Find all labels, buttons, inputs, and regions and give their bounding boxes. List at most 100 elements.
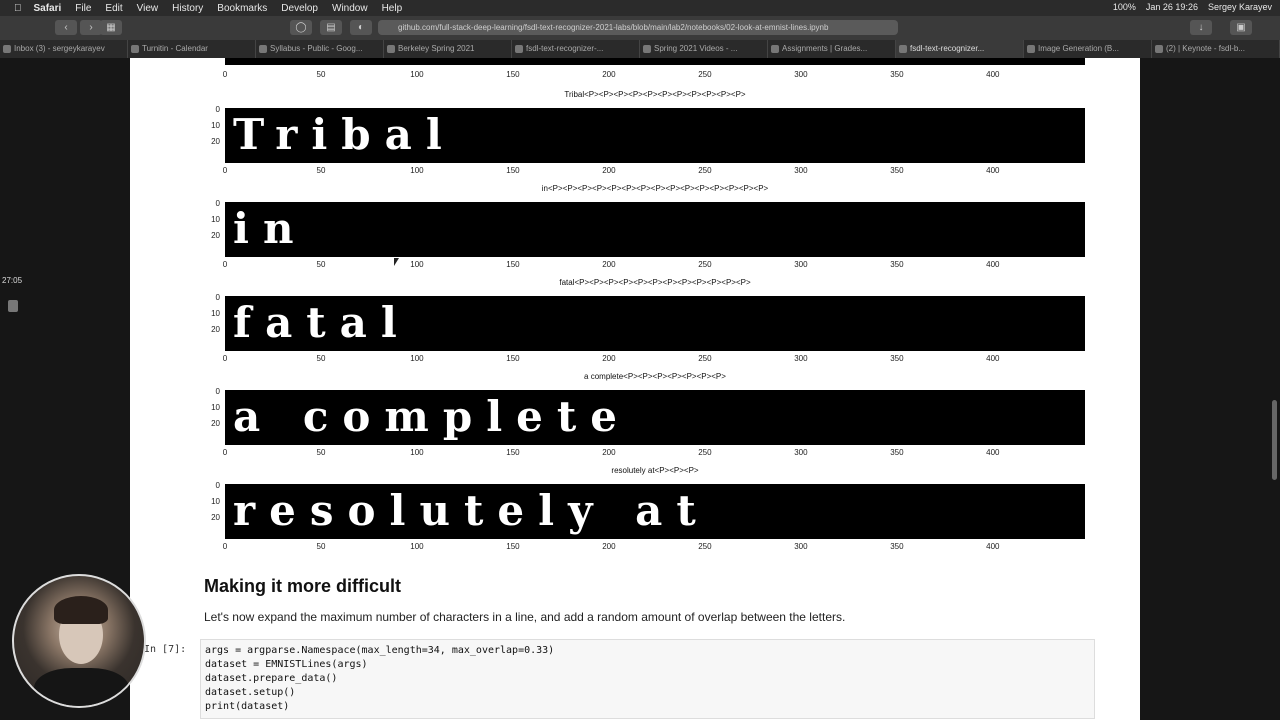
tab-0[interactable]: Inbox (3) - sergeykarayev: [0, 40, 128, 58]
plot1-xtick-200: 200: [602, 260, 616, 269]
plot-ytick-20: 20: [211, 231, 220, 240]
tab-7[interactable]: fsdl-text-recognizer...: [896, 40, 1024, 58]
plot-ytick-0: 0: [215, 481, 220, 490]
code-line: print(dataset): [205, 701, 290, 712]
plot2-xtick-300: 300: [794, 354, 808, 363]
menu-window[interactable]: Window: [332, 3, 368, 14]
plot4-xtick-400: 400: [986, 542, 1000, 551]
section-heading: Making it more difficult: [204, 576, 402, 596]
plot0-xtick-50: 50: [316, 166, 326, 175]
mac-menubar:  Safari File Edit View History Bookmark…: [0, 0, 1280, 16]
clock[interactable]: Jan 26 19:26: [1146, 2, 1198, 12]
plot-title: a complete<P><P><P><P><P><P><P>: [584, 372, 726, 381]
extension-icon[interactable]: ◯: [290, 20, 312, 35]
handwriting-image: in: [225, 202, 1085, 257]
user-name[interactable]: Sergey Karayev: [1208, 2, 1272, 12]
plot0-xtick-300: 300: [794, 166, 808, 175]
plot3-xtick-250: 250: [698, 448, 712, 457]
plot3-xtick-100: 100: [410, 448, 424, 457]
code-cell[interactable]: args = argparse.Namespace(max_length=34,…: [200, 639, 1095, 719]
forward-button[interactable]: ›: [80, 20, 102, 35]
menu-bookmarks[interactable]: Bookmarks: [217, 3, 267, 14]
battery-percent[interactable]: 100%: [1113, 2, 1136, 12]
code-line: dataset.prepare_data(): [205, 673, 338, 684]
plot2-xtick-200: 200: [602, 354, 616, 363]
tab-4[interactable]: fsdl-text-recognizer-...: [512, 40, 640, 58]
plot-ytick-10: 10: [211, 403, 220, 412]
plot0-xtick-200: 200: [602, 166, 616, 175]
plot1-xtick-100: 100: [410, 260, 424, 269]
plot2-xtick-350: 350: [890, 354, 904, 363]
handwriting-text: resolutely at: [233, 486, 710, 535]
code-line: dataset = EMNISTLines(args): [205, 659, 368, 670]
plot-ytick-10: 10: [211, 309, 220, 318]
partial-plot-xtick-200: 200: [602, 70, 616, 79]
webcam-overlay: [12, 574, 146, 708]
menu-edit[interactable]: Edit: [105, 3, 122, 14]
partial-plot-xtick-50: 50: [316, 70, 326, 79]
plot-ytick-20: 20: [211, 325, 220, 334]
plot3-xtick-350: 350: [890, 448, 904, 457]
back-button[interactable]: ‹: [55, 20, 77, 35]
handwriting-image: Tribal: [225, 108, 1085, 163]
plot2-xtick-50: 50: [316, 354, 326, 363]
partial-plot-xtick-300: 300: [794, 70, 808, 79]
plot-title: fatal<P><P><P><P><P><P><P><P><P><P><P><P…: [559, 278, 751, 287]
plot4-xtick-350: 350: [890, 542, 904, 551]
handwriting-text: Tribal: [233, 110, 456, 159]
plot-ytick-0: 0: [215, 105, 220, 114]
tab-8[interactable]: Image Generation (B...: [1024, 40, 1152, 58]
address-bar[interactable]: github.com/full-stack-deep-learning/fsdl…: [378, 20, 898, 35]
cell-prompt: In [7]:: [144, 644, 187, 655]
status-area: 100% Jan 26 19:26 Sergey Karayev: [1113, 2, 1272, 12]
menu-help[interactable]: Help: [382, 3, 403, 14]
partial-plot-xtick-100: 100: [410, 70, 424, 79]
menu-view[interactable]: View: [137, 3, 159, 14]
plot2-xtick-0: 0: [222, 354, 228, 363]
menu-file[interactable]: File: [75, 3, 91, 14]
timer-icon: [8, 300, 18, 312]
privacy-icon[interactable]: ◐: [350, 20, 372, 35]
plot1-xtick-350: 350: [890, 260, 904, 269]
plot-ytick-10: 10: [211, 497, 220, 506]
right-margin: [1140, 58, 1280, 720]
browser-toolbar: ‹ › ▦ ◯ ▤ ◐ github.com/full-stack-deep-l…: [0, 16, 1280, 40]
tab-1[interactable]: Turnitin - Calendar: [128, 40, 256, 58]
plot-ytick-0: 0: [215, 387, 220, 396]
download-icon[interactable]: ↓: [1190, 20, 1212, 35]
webcam-shirt: [34, 668, 129, 706]
app-menu[interactable]: Safari: [34, 3, 62, 14]
plot3-xtick-400: 400: [986, 448, 1000, 457]
plot-ytick-10: 10: [211, 121, 220, 130]
tab-6[interactable]: Assignments | Grades...: [768, 40, 896, 58]
reader-icon[interactable]: ▤: [320, 20, 342, 35]
sidebar-toggle-icon[interactable]: ▦: [100, 20, 122, 35]
plot0-xtick-150: 150: [506, 166, 520, 175]
notebook-page: Making it more difficult Let's now expan…: [130, 58, 1140, 720]
apple-icon[interactable]: : [14, 3, 22, 14]
plot0-xtick-250: 250: [698, 166, 712, 175]
code-line: args = argparse.Namespace(max_length=34,…: [205, 645, 555, 656]
handwriting-text: a complete: [233, 392, 632, 441]
menu-develop[interactable]: Develop: [281, 3, 318, 14]
plot-ytick-10: 10: [211, 215, 220, 224]
plot1-xtick-250: 250: [698, 260, 712, 269]
plot2-xtick-150: 150: [506, 354, 520, 363]
tab-5[interactable]: Spring 2021 Videos - ...: [640, 40, 768, 58]
section-paragraph: Let's now expand the maximum number of c…: [204, 610, 846, 624]
tab-bar: Inbox (3) - sergeykarayev Turnitin - Cal…: [0, 40, 1280, 58]
tab-2[interactable]: Syllabus - Public - Goog...: [256, 40, 384, 58]
plot0-xtick-100: 100: [410, 166, 424, 175]
handwriting-image: a complete: [225, 390, 1085, 445]
plot4-xtick-150: 150: [506, 542, 520, 551]
scrollbar-thumb[interactable]: [1272, 400, 1277, 480]
plot1-xtick-300: 300: [794, 260, 808, 269]
tab-9[interactable]: (2) | Keynote - fsdl-b...: [1152, 40, 1280, 58]
plot-ytick-0: 0: [215, 199, 220, 208]
tab-3[interactable]: Berkeley Spring 2021: [384, 40, 512, 58]
tab-overview-icon[interactable]: ▣: [1230, 20, 1252, 35]
menu-history[interactable]: History: [172, 3, 203, 14]
plot0-xtick-0: 0: [222, 166, 228, 175]
plot2-xtick-250: 250: [698, 354, 712, 363]
plot3-xtick-0: 0: [222, 448, 228, 457]
